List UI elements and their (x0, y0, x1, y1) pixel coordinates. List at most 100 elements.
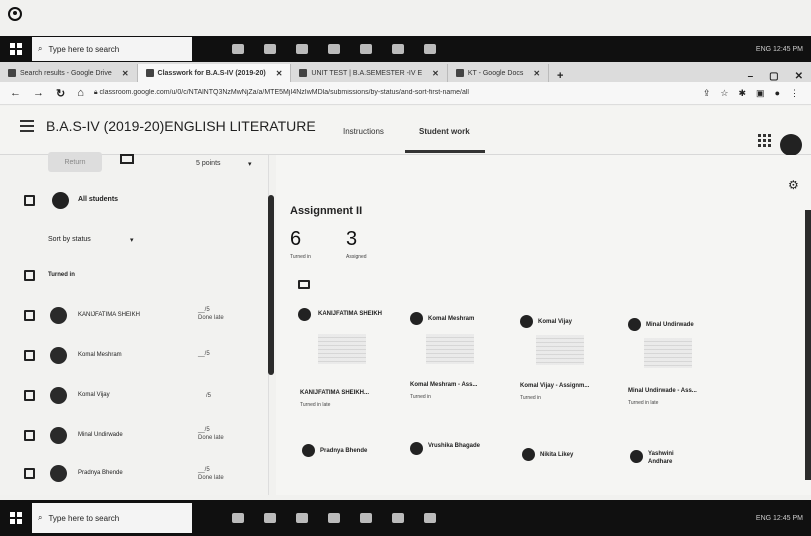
settings-gear-icon[interactable]: ⚙ (788, 178, 799, 192)
taskbar-search-placeholder: Type here to search (48, 44, 120, 54)
select-all-checkbox[interactable] (24, 195, 35, 206)
email-icon[interactable] (120, 154, 134, 164)
mail-app-icon[interactable] (360, 513, 372, 523)
points-select[interactable]: 5 points (196, 160, 221, 167)
mail-app-icon[interactable] (360, 44, 372, 54)
student-grade[interactable]: /5 (206, 392, 211, 400)
file-thumbnail[interactable] (644, 338, 692, 368)
reload-icon[interactable]: ↻ (56, 87, 65, 100)
new-tab-button[interactable]: + (549, 70, 571, 82)
student-grade[interactable]: __/5 (198, 350, 210, 358)
maximize-icon[interactable]: ▢ (769, 71, 778, 82)
chevron-down-icon[interactable]: ▾ (248, 160, 252, 168)
store-icon[interactable] (328, 44, 340, 54)
student-checkbox[interactable] (24, 310, 35, 321)
browser-tab-classwork[interactable]: Classwork for B.A.S-IV (2019-20) ✕ (137, 64, 292, 82)
close-window-icon[interactable]: ✕ (795, 71, 803, 82)
profile-icon[interactable]: ● (775, 88, 780, 99)
minimize-icon[interactable]: – (748, 71, 754, 82)
student-checkbox[interactable] (24, 430, 35, 441)
turned-in-checkbox[interactable] (24, 270, 35, 281)
return-button[interactable]: Return (48, 152, 102, 172)
edge-icon[interactable] (264, 513, 276, 523)
explorer-icon[interactable] (296, 44, 308, 54)
submission-card[interactable]: KANIJFATIMA SHEIKH KANIJFATIMA SHEIKH...… (298, 308, 398, 418)
grade-value: __/5 (198, 307, 210, 313)
student-row[interactable]: KANIJFATIMA SHEIKH __/5 Done late (0, 298, 268, 338)
taskbar-search[interactable]: ⌕ Type here to search (32, 503, 192, 533)
student-grade[interactable]: __/5 Done late (198, 466, 224, 482)
taskview-icon[interactable] (232, 44, 244, 54)
submission-card[interactable]: Komal Meshram Komal Meshram - Ass... Tur… (410, 312, 510, 422)
edge-icon[interactable] (264, 44, 276, 54)
explorer-icon[interactable] (296, 513, 308, 523)
tab-search-icon[interactable]: ▣ (756, 88, 765, 99)
card-file-name[interactable]: Komal Meshram - Ass... (410, 382, 477, 388)
sort-chevron-icon[interactable]: ▾ (130, 236, 134, 244)
paint-icon[interactable] (392, 513, 404, 523)
folder-icon[interactable] (298, 280, 310, 289)
student-list-scrollbar[interactable] (268, 195, 274, 375)
student-checkbox[interactable] (24, 390, 35, 401)
submission-card[interactable]: Vrushika Bhagade (410, 442, 510, 482)
close-tab-icon[interactable]: ✕ (432, 69, 439, 78)
chrome-icon[interactable] (424, 44, 436, 54)
card-avatar (522, 448, 535, 461)
card-student-name: KANIJFATIMA SHEIKH (318, 311, 383, 317)
submission-card[interactable]: Yashwini Andhare (630, 450, 740, 490)
student-grade[interactable]: __/5 Done late (198, 426, 224, 442)
browser-tab-unit-test[interactable]: UNIT TEST | B.A.SEMESTER -IV E ✕ (291, 64, 448, 82)
home-icon[interactable]: ⌂ (77, 87, 84, 100)
url-field[interactable]: 🔒︎ classroom.google.com/u/0/c/NTAlNTQ3Nz… (94, 89, 703, 97)
start-button[interactable] (0, 500, 32, 536)
file-thumbnail[interactable] (318, 334, 366, 364)
taskview-icon[interactable] (232, 513, 244, 523)
grade-note: Done late (198, 475, 224, 481)
paint-icon[interactable] (392, 44, 404, 54)
tab-student-work[interactable]: Student work (419, 127, 470, 136)
submission-card[interactable]: Nikita Likey (522, 448, 622, 488)
star-icon[interactable]: ☆ (720, 88, 728, 99)
card-file-name[interactable]: KANIJFATIMA SHEIKH... (300, 390, 369, 396)
card-status: Turned in (410, 394, 431, 400)
forward-icon[interactable]: → (33, 87, 44, 100)
taskbar-search-placeholder: Type here to search (48, 513, 120, 523)
student-row[interactable]: Minal Undirwade __/5 Done late (0, 418, 268, 458)
browser-tab-drive[interactable]: Search results - Google Drive ✕ (0, 64, 138, 82)
student-checkbox[interactable] (24, 468, 35, 479)
file-thumbnail[interactable] (426, 334, 474, 364)
submission-card[interactable]: Pradnya Bhende (302, 444, 402, 484)
tab-instructions[interactable]: Instructions (343, 127, 384, 136)
menu-icon[interactable]: ⋮ (790, 88, 799, 99)
student-name: KANIJFATIMA SHEIKH (78, 312, 140, 318)
store-icon[interactable] (328, 513, 340, 523)
student-grade[interactable]: __/5 Done late (198, 306, 224, 322)
apps-grid-icon[interactable] (758, 134, 771, 147)
student-checkbox[interactable] (24, 350, 35, 361)
submission-card[interactable]: Minal Undirwade Minal Undirwade - Ass...… (628, 318, 738, 428)
student-row[interactable]: Pradnya Bhende __/5 Done late (0, 456, 268, 496)
student-avatar (50, 427, 67, 444)
student-row[interactable]: Komal Vijay /5 (0, 378, 268, 418)
extensions-icon[interactable]: ✱ (739, 88, 747, 99)
browser-tab-docs[interactable]: KT - Google Docs ✕ (448, 64, 550, 82)
file-thumbnail[interactable] (536, 335, 584, 365)
back-icon[interactable]: ← (10, 87, 21, 100)
share-icon[interactable]: ⇪ (703, 88, 711, 99)
hamburger-menu-icon[interactable] (20, 120, 34, 135)
student-name: Minal Undirwade (78, 432, 123, 438)
close-tab-icon[interactable]: ✕ (276, 69, 283, 78)
close-tab-icon[interactable]: ✕ (122, 69, 129, 78)
close-tab-icon[interactable]: ✕ (533, 69, 540, 78)
chrome-icon[interactable] (424, 513, 436, 523)
card-avatar (630, 450, 643, 463)
taskbar-search[interactable]: ⌕ Type here to search (32, 37, 192, 61)
student-row[interactable]: Komal Meshram __/5 (0, 338, 268, 378)
start-button[interactable] (0, 36, 32, 62)
submission-card[interactable]: Komal Vijay Komal Vijay - Assignm... Tur… (520, 315, 620, 425)
card-file-name[interactable]: Minal Undirwade - Ass... (628, 388, 697, 394)
submissions-scrollbar[interactable] (805, 210, 811, 480)
card-file-name[interactable]: Komal Vijay - Assignm... (520, 383, 589, 389)
account-avatar[interactable] (780, 134, 802, 156)
sort-select[interactable]: Sort by status (48, 236, 91, 243)
